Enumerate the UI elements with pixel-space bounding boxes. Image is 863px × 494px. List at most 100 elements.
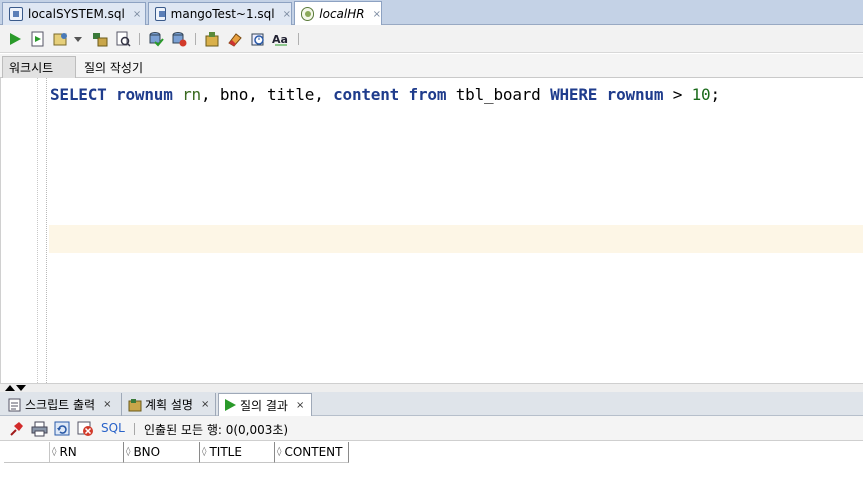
close-icon[interactable]: ×: [283, 9, 291, 20]
rows-fetched-status: 인출된 모든 행: 0(0,003초): [144, 423, 289, 437]
toolbar-separator: [134, 423, 135, 435]
pin-icon[interactable]: [8, 420, 25, 437]
doc-tab-localhr[interactable]: localHR ×: [294, 1, 382, 26]
eraser-icon: [228, 33, 242, 47]
close-icon[interactable]: ×: [133, 9, 141, 20]
magnifier-icon: [116, 31, 131, 47]
sort-icon[interactable]: ◊: [52, 447, 56, 457]
tab-explain-plan[interactable]: 계획 설명 ×: [124, 393, 216, 416]
commit-icon: [149, 32, 164, 47]
close-icon[interactable]: ×: [103, 399, 111, 410]
sql-number: 10: [691, 85, 711, 104]
panel-splitter[interactable]: [0, 383, 863, 392]
toolbar-separator: [195, 33, 196, 45]
dropdown-arrow-button[interactable]: [72, 30, 84, 48]
rollback-icon: [172, 32, 187, 47]
play-icon: [225, 399, 236, 411]
column-header-rn[interactable]: ◊ RN: [50, 442, 124, 463]
clear-button[interactable]: [226, 30, 244, 48]
sql-punct: ,: [200, 85, 211, 104]
tab-explain-plan-label: 계획 설명: [145, 398, 193, 412]
autotrace-icon: [53, 33, 67, 46]
tab-script-output[interactable]: 스크립트 출력 ×: [4, 393, 122, 416]
sql-keyword: SELECT: [50, 85, 107, 104]
run-statement-button[interactable]: [6, 30, 24, 48]
tab-script-output-label: 스크립트 출력: [25, 398, 96, 412]
unshared-sql-worksheet-button[interactable]: [203, 30, 221, 48]
tab-worksheet[interactable]: 워크시트: [2, 56, 76, 78]
sql-keyword: content: [333, 85, 400, 104]
doc-tab-mangotest[interactable]: mangoTest~1.sql ×: [148, 2, 292, 25]
sql-link[interactable]: SQL: [101, 421, 125, 435]
refresh-icon[interactable]: [54, 420, 71, 437]
tab-query-builder[interactable]: 질의 작성기: [78, 56, 149, 78]
history-icon: [251, 33, 264, 46]
sql-punct: ,: [248, 85, 258, 104]
current-line-highlight: [49, 225, 863, 253]
column-header-content[interactable]: ◊ CONTENT: [275, 442, 349, 463]
sql-keyword: rownum: [606, 85, 664, 104]
sql-tuning-button[interactable]: [114, 30, 132, 48]
explain-plan-icon: [93, 33, 108, 47]
sql-file-icon: [9, 7, 23, 21]
doc-tab-label: localSYSTEM.sql: [28, 7, 125, 21]
worksheet-icon: [205, 32, 219, 47]
sql-column: bno: [219, 85, 249, 104]
sql-connection-icon: [301, 7, 315, 21]
sort-icon[interactable]: ◊: [277, 447, 281, 457]
explain-plan-button[interactable]: [91, 30, 109, 48]
sql-punct: ,: [314, 85, 324, 104]
cancel-icon[interactable]: [77, 420, 94, 437]
doc-tab-localsystem[interactable]: localSYSTEM.sql ×: [2, 2, 146, 25]
sort-icon[interactable]: ◊: [202, 447, 206, 457]
sql-operator: >: [672, 85, 683, 104]
explain-plan-icon: [128, 398, 142, 411]
to-upper-lower-button[interactable]: Aa: [272, 30, 290, 48]
tab-query-result[interactable]: 질의 결과 ×: [218, 393, 312, 416]
tab-query-builder-label: 질의 작성기: [84, 60, 144, 75]
play-icon: [10, 33, 21, 45]
sort-icon[interactable]: ◊: [126, 447, 130, 457]
document-tab-bar: localSYSTEM.sql × mangoTest~1.sql × loca…: [0, 0, 863, 26]
column-header-title[interactable]: ◊ TITLE: [200, 442, 275, 463]
editor-toolbar: Aa: [0, 25, 863, 53]
column-header-label: TITLE: [209, 445, 242, 459]
sql-keyword: WHERE: [550, 85, 598, 104]
script-output-icon: [8, 398, 21, 411]
worksheet-subtabs: 워크시트 질의 작성기: [0, 54, 863, 78]
fold-margin: [37, 78, 38, 383]
result-grid[interactable]: ◊ RN ◊ BNO ◊ TITLE ◊ CONTENT: [0, 441, 863, 494]
svg-text:Aa: Aa: [272, 33, 288, 46]
tab-query-result-label: 질의 결과: [240, 398, 288, 413]
close-icon[interactable]: ×: [373, 9, 381, 20]
sql-punct: ;: [710, 85, 720, 104]
autotrace-button[interactable]: [52, 30, 70, 48]
doc-tab-label: localHR: [319, 7, 365, 21]
text-case-icon: Aa: [272, 33, 288, 46]
toolbar-separator: [298, 33, 299, 45]
output-tab-bar: 스크립트 출력 × 계획 설명 × 질의 결과 ×: [0, 392, 863, 416]
sql-editor[interactable]: SELECT rownum rn, bno, title, content fr…: [0, 78, 863, 383]
print-icon[interactable]: [31, 420, 48, 437]
grid-header-row: ◊ RN ◊ BNO ◊ TITLE ◊ CONTENT: [4, 442, 349, 463]
sql-history-button[interactable]: [249, 30, 267, 48]
column-header-bno[interactable]: ◊ BNO: [124, 442, 200, 463]
script-run-icon: [31, 31, 44, 47]
sql-column: title: [267, 85, 315, 104]
chevron-down-icon: [74, 37, 82, 42]
line-number-gutter: [5, 78, 47, 383]
close-icon[interactable]: ×: [296, 400, 304, 411]
result-toolbar: SQL 인출된 모든 행: 0(0,003초): [0, 416, 863, 441]
commit-button[interactable]: [147, 30, 165, 48]
close-icon[interactable]: ×: [201, 399, 209, 410]
sql-statement-line[interactable]: SELECT rownum rn, bno, title, content fr…: [50, 85, 720, 104]
run-script-button[interactable]: [29, 30, 47, 48]
sql-file-icon: [155, 7, 166, 21]
rollback-button[interactable]: [170, 30, 188, 48]
row-number-header: [4, 442, 50, 463]
doc-tab-label: mangoTest~1.sql: [170, 7, 275, 21]
collapse-expand-icon[interactable]: [5, 384, 27, 392]
sql-keyword: rownum: [116, 85, 173, 104]
toolbar-separator: [139, 33, 140, 45]
sql-alias: rn: [182, 85, 201, 104]
